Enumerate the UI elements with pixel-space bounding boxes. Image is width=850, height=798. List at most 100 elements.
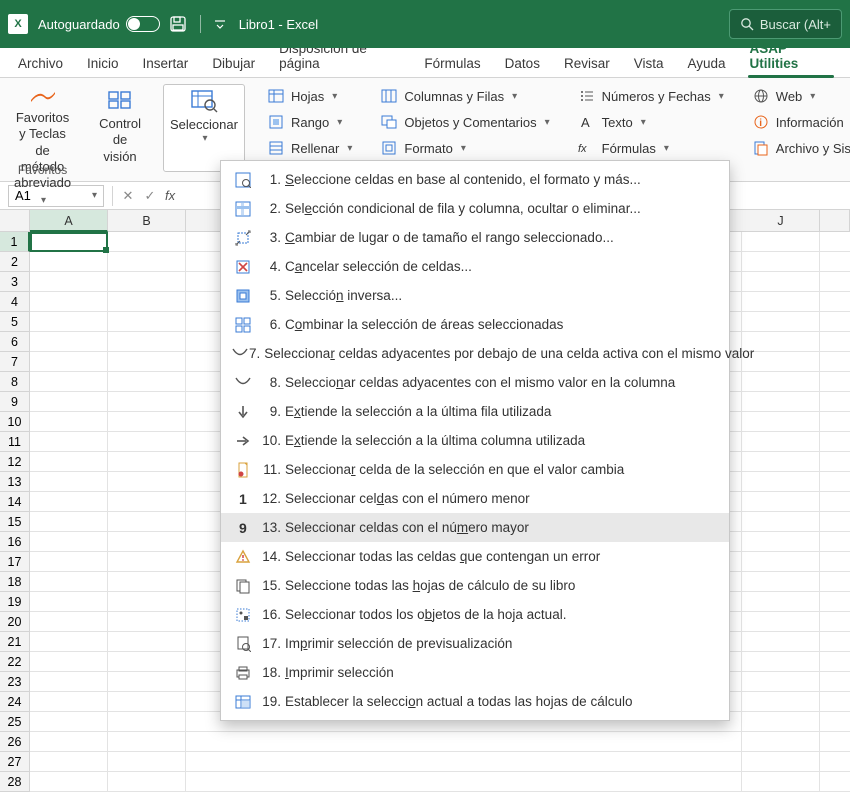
cell[interactable] [742, 252, 820, 272]
cell[interactable] [820, 592, 850, 612]
cell[interactable] [742, 632, 820, 652]
cell[interactable] [742, 532, 820, 552]
cell[interactable] [186, 732, 742, 752]
menu-item-14[interactable]: 14.Seleccionar todas las celdas que cont… [221, 542, 729, 571]
cell[interactable] [742, 772, 820, 792]
row-header[interactable]: 27 [0, 752, 30, 772]
cell[interactable] [30, 632, 108, 652]
row-header[interactable]: 20 [0, 612, 30, 632]
row-header[interactable]: 17 [0, 552, 30, 572]
formato-button[interactable]: Formato▾ [374, 138, 555, 158]
cell[interactable] [742, 612, 820, 632]
cell[interactable] [742, 692, 820, 712]
menu-item-6[interactable]: 6.Combinar la selección de áreas selecci… [221, 310, 729, 339]
columnas-filas-button[interactable]: Columnas y Filas▾ [374, 86, 555, 106]
tab-archivo[interactable]: Archivo [6, 50, 75, 77]
cell[interactable] [820, 572, 850, 592]
cell[interactable] [820, 252, 850, 272]
cell[interactable] [108, 552, 186, 572]
cell[interactable] [108, 372, 186, 392]
menu-item-3[interactable]: 3.Cambiar de lugar o de tamaño el rango … [221, 223, 729, 252]
quick-access-dropdown-icon[interactable] [213, 17, 227, 31]
cell[interactable] [742, 452, 820, 472]
cell[interactable] [30, 352, 108, 372]
numeros-fechas-button[interactable]: Números y Fechas▾ [572, 86, 730, 106]
cell[interactable] [30, 392, 108, 412]
cell[interactable] [108, 332, 186, 352]
cell[interactable] [820, 692, 850, 712]
cell[interactable] [108, 532, 186, 552]
cell[interactable] [820, 492, 850, 512]
cell[interactable] [30, 472, 108, 492]
row-header[interactable]: 21 [0, 632, 30, 652]
cell[interactable] [108, 432, 186, 452]
menu-item-8[interactable]: 8.Seleccionar celdas adyacentes con el m… [221, 368, 729, 397]
menu-item-1[interactable]: 1.Seleccione celdas en base al contenido… [221, 165, 729, 194]
column-header-partial[interactable] [820, 210, 850, 232]
menu-item-15[interactable]: 15.Seleccione todas las hojas de cálculo… [221, 571, 729, 600]
formulas-button[interactable]: fxFórmulas▾ [572, 138, 730, 158]
row-header[interactable]: 5 [0, 312, 30, 332]
cell[interactable] [30, 452, 108, 472]
texto-button[interactable]: ATexto▾ [572, 112, 730, 132]
row-header[interactable]: 4 [0, 292, 30, 312]
cell[interactable] [820, 652, 850, 672]
cell[interactable] [108, 452, 186, 472]
cell[interactable] [108, 392, 186, 412]
cell[interactable] [742, 652, 820, 672]
cell[interactable] [742, 492, 820, 512]
autosave-toggle[interactable] [126, 16, 160, 32]
row-header[interactable]: 14 [0, 492, 30, 512]
row-header[interactable]: 1 [0, 232, 30, 252]
cancel-formula-icon[interactable]: ✕ [117, 188, 139, 204]
informacion-button[interactable]: iInformación▾ [746, 112, 850, 132]
row-header[interactable]: 25 [0, 712, 30, 732]
tab-insertar[interactable]: Insertar [131, 50, 201, 77]
cell[interactable] [30, 652, 108, 672]
cell[interactable] [742, 512, 820, 532]
cell[interactable] [820, 392, 850, 412]
cell[interactable] [742, 572, 820, 592]
row-header[interactable]: 3 [0, 272, 30, 292]
control-vision-button[interactable]: Control de visión [93, 84, 147, 172]
cell[interactable] [820, 672, 850, 692]
menu-item-12[interactable]: 112.Seleccionar celdas con el número men… [221, 484, 729, 513]
cell[interactable] [742, 712, 820, 732]
cell[interactable] [820, 232, 850, 252]
column-header[interactable]: A [30, 210, 108, 232]
cell[interactable] [742, 292, 820, 312]
cell[interactable] [108, 592, 186, 612]
cell[interactable] [742, 592, 820, 612]
menu-item-10[interactable]: 10.Extiende la selección a la última col… [221, 426, 729, 455]
row-header[interactable]: 15 [0, 512, 30, 532]
cell[interactable] [186, 752, 742, 772]
cell[interactable] [820, 532, 850, 552]
row-header[interactable]: 6 [0, 332, 30, 352]
cell[interactable] [742, 752, 820, 772]
row-header[interactable]: 11 [0, 432, 30, 452]
cell[interactable] [108, 772, 186, 792]
tab-dibujar[interactable]: Dibujar [200, 50, 267, 77]
cell[interactable] [30, 492, 108, 512]
menu-item-19[interactable]: 19.Establecer la seleccion actual a toda… [221, 687, 729, 716]
cell[interactable] [820, 332, 850, 352]
cell[interactable] [820, 372, 850, 392]
row-header[interactable]: 19 [0, 592, 30, 612]
menu-item-16[interactable]: 16.Seleccionar todos los objetos de la h… [221, 600, 729, 629]
cell[interactable] [820, 352, 850, 372]
cell[interactable] [820, 472, 850, 492]
cell[interactable] [108, 492, 186, 512]
cell[interactable] [108, 712, 186, 732]
cell[interactable] [742, 232, 820, 252]
menu-item-9[interactable]: 9.Extiende la selección a la última fila… [221, 397, 729, 426]
cell[interactable] [30, 232, 108, 252]
menu-item-5[interactable]: 5.Selección inversa... [221, 281, 729, 310]
row-header[interactable]: 12 [0, 452, 30, 472]
row-header[interactable]: 9 [0, 392, 30, 412]
cell[interactable] [742, 552, 820, 572]
menu-item-17[interactable]: 17.Imprimir selección de previsualizació… [221, 629, 729, 658]
cell[interactable] [30, 572, 108, 592]
cell[interactable] [108, 232, 186, 252]
cell[interactable] [108, 612, 186, 632]
row-header[interactable]: 24 [0, 692, 30, 712]
